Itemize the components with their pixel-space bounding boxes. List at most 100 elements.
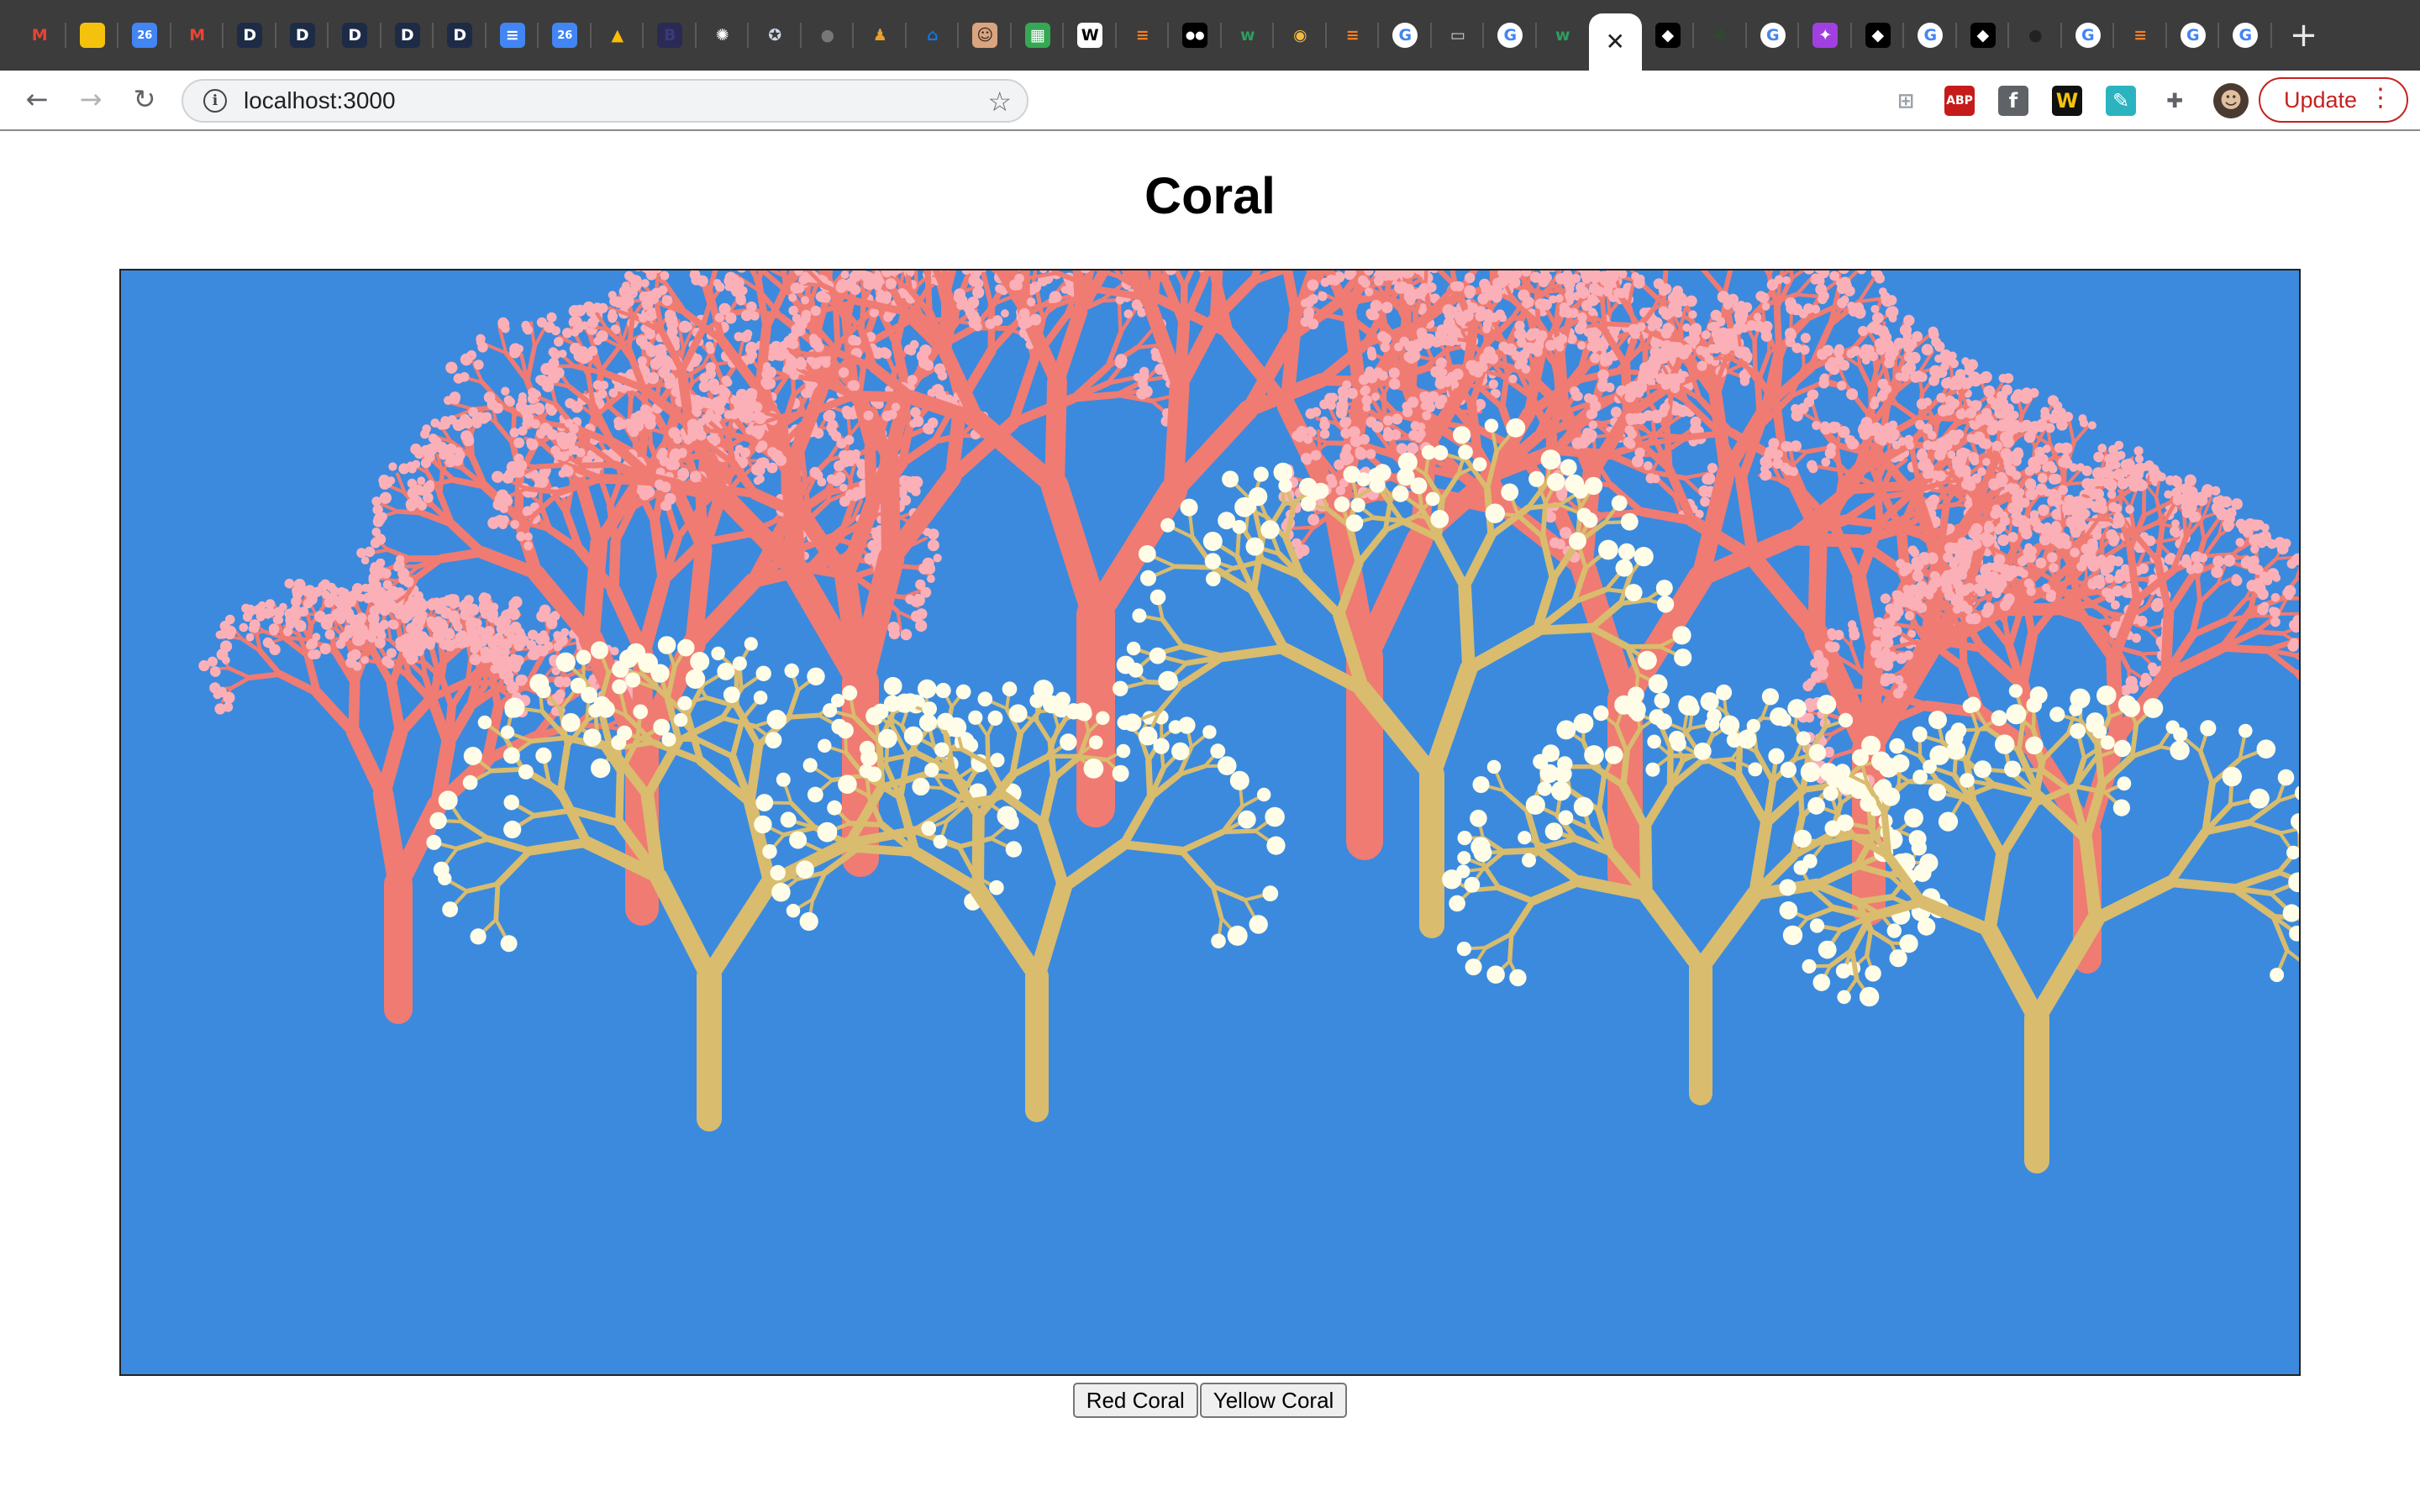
browser-tab[interactable]: G — [1484, 0, 1537, 71]
codepen-icon: ◆ — [1655, 23, 1681, 48]
quill-icon[interactable]: ✎ — [2106, 86, 2136, 116]
coral-tip — [683, 322, 692, 332]
browser-tab[interactable]: G — [1747, 0, 1800, 71]
browser-tab[interactable]: M — [171, 0, 224, 71]
browser-tab[interactable]: ♣ — [1694, 0, 1747, 71]
coral-tip — [275, 616, 284, 624]
browser-tab[interactable]: ◉ — [1274, 0, 1327, 71]
update-button[interactable]: Update ⋮ — [2259, 77, 2408, 123]
browser-tab[interactable]: ● — [802, 0, 855, 71]
browser-tab[interactable]: ●● — [1169, 0, 1222, 71]
browser-tab[interactable]: ≡ — [487, 0, 539, 71]
coral-tip — [1488, 379, 1499, 390]
coral-tip — [449, 594, 460, 605]
browser-tab[interactable]: ✪ — [749, 0, 802, 71]
google-icon: G — [1392, 23, 1418, 48]
coral-tip — [927, 417, 939, 428]
browser-tab[interactable]: M — [13, 0, 66, 71]
coral-tip — [471, 414, 481, 423]
coral-tip — [569, 343, 582, 355]
coral-tip — [1464, 272, 1476, 284]
coral-branch — [834, 566, 872, 694]
coral-tip — [729, 396, 739, 405]
puzzle-icon[interactable]: ✚ — [2160, 86, 2190, 116]
coral-tip — [1676, 405, 1689, 417]
address-bar[interactable]: i localhost:3000 ☆ — [182, 79, 1028, 123]
coral-tip — [1414, 287, 1427, 299]
adblock-icon[interactable]: ABP — [1944, 86, 1975, 116]
bookmark-star-icon[interactable]: ☆ — [987, 86, 1012, 118]
coral-tip — [519, 635, 529, 645]
coral-canvas[interactable] — [119, 269, 2301, 1376]
browser-tab[interactable]: G — [1904, 0, 1957, 71]
reload-icon[interactable]: ↻ — [124, 79, 165, 119]
browser-tab[interactable]: ☺ — [959, 0, 1012, 71]
google-icon: G — [2180, 23, 2206, 48]
coral-tip — [881, 410, 893, 422]
browser-tab[interactable]: ≡ — [1327, 0, 1380, 71]
browser-tab[interactable]: w — [1222, 0, 1275, 71]
coral-tip — [610, 647, 619, 656]
coral-tip — [1342, 380, 1352, 390]
wappalyzer-icon[interactable]: W — [2052, 86, 2082, 116]
browser-tab[interactable]: ♟ — [854, 0, 907, 71]
coral-tip — [666, 326, 678, 338]
browser-tab[interactable]: ▦ — [1012, 0, 1065, 71]
close-icon[interactable]: ✕ — [1606, 30, 1625, 54]
coral-tip — [753, 476, 762, 486]
coral-tip — [592, 380, 603, 391]
coral-tip — [424, 636, 434, 647]
browser-tab[interactable] — [66, 0, 119, 71]
browser-tab[interactable]: G — [2062, 0, 2115, 71]
coral-tip — [641, 298, 654, 311]
browser-tab[interactable]: ✦ — [1799, 0, 1852, 71]
more-menu-icon[interactable]: ⋮ — [2368, 86, 2393, 111]
browser-tab[interactable]: ≡ — [1117, 0, 1170, 71]
coral-tip — [796, 318, 808, 330]
browser-tab[interactable]: G — [1379, 0, 1432, 71]
browser-tab[interactable]: 26 — [118, 0, 171, 71]
coral-tip — [462, 434, 475, 447]
browser-tab[interactable]: D — [224, 0, 276, 71]
coral-tip — [1386, 270, 1397, 281]
forward-arrow-icon[interactable]: → — [71, 79, 111, 119]
browser-tab[interactable]: D — [381, 0, 434, 71]
browser-tab[interactable]: ≡ — [2114, 0, 2167, 71]
browser-tab[interactable]: ◆ — [1642, 0, 1695, 71]
browser-tab[interactable]: w — [1537, 0, 1590, 71]
coral-branch — [513, 470, 524, 522]
coral-tip — [788, 293, 797, 302]
browser-tab[interactable]: ✺ — [697, 0, 750, 71]
browser-tab[interactable]: D — [329, 0, 381, 71]
new-tab-button[interactable]: + — [2279, 0, 2329, 71]
browser-tab[interactable]: ⌂ — [907, 0, 960, 71]
coral-tip — [640, 279, 650, 288]
address-bar-url[interactable]: localhost:3000 — [244, 87, 396, 114]
coral-tip — [891, 402, 901, 412]
browser-tab[interactable]: ▭ — [1432, 0, 1485, 71]
tab-current[interactable]: ✕ — [1589, 13, 1642, 71]
facebook-icon[interactable]: f — [1998, 86, 2028, 116]
browser-tab[interactable]: G — [2167, 0, 2220, 71]
browser-tab[interactable]: G — [2219, 0, 2272, 71]
site-info-icon[interactable]: i — [203, 89, 227, 113]
browser-tab[interactable]: W — [1064, 0, 1117, 71]
coral-tip — [222, 656, 230, 664]
browser-tab[interactable]: D — [276, 0, 329, 71]
coral-tip — [444, 396, 453, 405]
browser-tab[interactable]: 26 — [539, 0, 592, 71]
d-app-icon: D — [289, 23, 315, 48]
browser-tab[interactable]: D — [434, 0, 487, 71]
profile-avatar-icon[interactable]: ☻ — [2213, 83, 2249, 118]
browser-tab[interactable]: ● — [2009, 0, 2062, 71]
coral-tip — [460, 353, 473, 366]
browser-tab[interactable]: B — [644, 0, 697, 71]
coral-tip — [1335, 486, 1346, 496]
coral-tip — [919, 344, 932, 357]
browser-tab[interactable]: ◆ — [1957, 0, 2010, 71]
coral-tip — [1403, 289, 1413, 299]
browser-tab[interactable]: ◆ — [1852, 0, 1905, 71]
back-arrow-icon[interactable]: ← — [17, 79, 57, 119]
pocket-extension-icon[interactable]: ⊞ — [1891, 86, 1921, 116]
browser-tab[interactable]: ▲ — [592, 0, 644, 71]
